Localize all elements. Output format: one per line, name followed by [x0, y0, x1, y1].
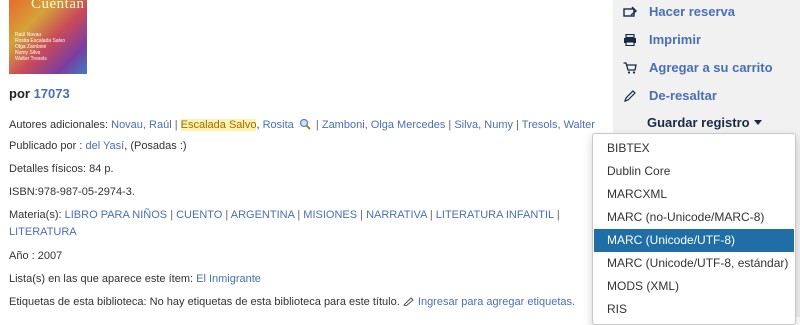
login-to-tag-link[interactable]: Ingresar para agregar etiquetas. — [418, 296, 575, 308]
separator: | — [556, 209, 560, 221]
physical-details-value: 84 p. — [89, 163, 114, 175]
tags-label: Etiquetas de esta biblioteca: — [9, 296, 147, 308]
subjects-row-continued: LITERATURA — [9, 226, 77, 238]
tag-icon — [402, 296, 415, 307]
add-to-cart-button[interactable]: Agregar a su carrito — [623, 60, 773, 75]
comma: , — [256, 119, 260, 131]
hold-icon — [623, 6, 638, 18]
menu-item-marc-8[interactable]: MARC (no-Unicode/MARC-8) — [594, 206, 794, 229]
year-row: Año : 2007 — [9, 250, 62, 262]
magnifier-icon[interactable] — [299, 118, 311, 130]
save-format-dropdown: BIBTEX Dublin Core MARCXML MARC (no-Unic… — [592, 133, 796, 325]
physical-details-row: Detalles físicos: 84 p. — [9, 163, 114, 175]
menu-item-marcxml[interactable]: MARCXML — [594, 183, 794, 206]
separator: | — [225, 209, 229, 221]
save-record-button[interactable]: Guardar registro — [647, 115, 762, 130]
additional-authors: Autores adicionales: Novau, Raúl | Escal… — [9, 118, 595, 131]
separator: | — [297, 209, 301, 221]
book-cover-image: Cuentan Raúl Novau Rosita Escalada Salvo… — [9, 0, 87, 74]
unhighlight-label: De-resaltar — [649, 88, 717, 103]
pencil-icon — [623, 90, 637, 102]
isbn-value: 978-987-05-2974-3. — [37, 186, 135, 198]
author-link[interactable]: Silva, Numy — [454, 119, 513, 131]
subjects-label: Materia(s): — [9, 209, 62, 221]
lists-label: Lista(s) en las que aparece este ítem: — [9, 273, 194, 285]
place-hold-label: Hacer reserva — [649, 4, 736, 19]
save-record-label: Guardar registro — [647, 115, 750, 130]
menu-item-dublin-core[interactable]: Dublin Core — [594, 160, 794, 183]
tags-value: No hay etiquetas de esta biblioteca para… — [149, 296, 400, 308]
list-link[interactable]: El Inmigrante — [196, 273, 261, 285]
author-link[interactable]: Escalada Salvo — [180, 119, 257, 131]
menu-item-mods[interactable]: MODS (XML) — [594, 275, 794, 298]
add-to-cart-label: Agregar a su carrito — [649, 60, 773, 75]
cover-authors: Raúl Novau Rosita Escalada Salvo Olga Za… — [15, 32, 65, 62]
isbn-row: ISBN:978-987-05-2974-3. — [9, 186, 135, 198]
year-value: 2007 — [37, 250, 63, 262]
author-link[interactable]: Rosita — [263, 119, 294, 131]
author-link[interactable]: Tresols, Walter — [522, 119, 595, 131]
main-author: por 17073 — [9, 86, 70, 101]
separator: | — [429, 209, 433, 221]
separator: | — [360, 209, 364, 221]
print-button[interactable]: Imprimir — [623, 32, 701, 47]
menu-item-marc-utf8[interactable]: MARC (Unicode/UTF-8) — [594, 229, 794, 252]
print-label: Imprimir — [649, 32, 702, 47]
author-link[interactable]: Novau, Raúl — [111, 119, 172, 131]
menu-item-ris[interactable]: RIS — [594, 298, 794, 321]
tags-row: Etiquetas de esta biblioteca: No hay eti… — [9, 296, 575, 308]
unhighlight-button[interactable]: De-resaltar — [623, 88, 717, 103]
cover-author: Walter Tresols — [15, 56, 47, 62]
printer-icon — [623, 33, 637, 47]
publisher-label: Publicado por : — [9, 140, 83, 152]
subjects-row: Materia(s): LIBRO PARA NIÑOS | CUENTO | … — [9, 209, 560, 221]
year-label: Año : — [9, 250, 35, 262]
physical-details-label: Detalles físicos: — [9, 163, 87, 175]
chevron-down-icon — [753, 120, 762, 125]
por-label: por — [9, 86, 30, 101]
additional-authors-label: Autores adicionales: — [9, 119, 109, 131]
subject-link[interactable]: NARRATIVA — [366, 209, 427, 221]
subject-link[interactable]: LITERATURA — [9, 226, 77, 238]
subject-link[interactable]: MISIONES — [303, 209, 357, 221]
subject-link[interactable]: ARGENTINA — [231, 209, 295, 221]
separator: | — [174, 119, 178, 131]
menu-item-marc-utf8-standard[interactable]: MARC (Unicode/UTF-8, estándar) — [594, 252, 794, 275]
comma: , — [124, 140, 128, 152]
lists-row: Lista(s) en las que aparece este ítem: E… — [9, 273, 261, 285]
separator: | — [170, 209, 174, 221]
publisher-place: (Posadas :) — [130, 140, 187, 152]
subject-link[interactable]: LIBRO PARA NIÑOS — [65, 209, 168, 221]
subject-link[interactable]: CUENTO — [176, 209, 222, 221]
separator: | — [315, 119, 319, 131]
menu-item-bibtex[interactable]: BIBTEX — [594, 137, 794, 160]
separator: | — [516, 119, 519, 131]
publisher-row: Publicado por : del Yasí, (Posadas :) — [9, 140, 187, 152]
isbn-label: ISBN: — [9, 186, 38, 198]
subject-link[interactable]: LITERATURA INFANTIL — [436, 209, 554, 221]
cover-title: Cuentan — [31, 0, 85, 12]
publisher-link[interactable]: del Yasí — [85, 140, 124, 152]
author-link[interactable]: Zamboni, Olga Mercedes — [322, 119, 446, 131]
main-author-link[interactable]: 17073 — [34, 86, 70, 101]
place-hold-button[interactable]: Hacer reserva — [623, 4, 735, 19]
cart-icon — [623, 62, 637, 74]
separator: | — [448, 119, 452, 131]
